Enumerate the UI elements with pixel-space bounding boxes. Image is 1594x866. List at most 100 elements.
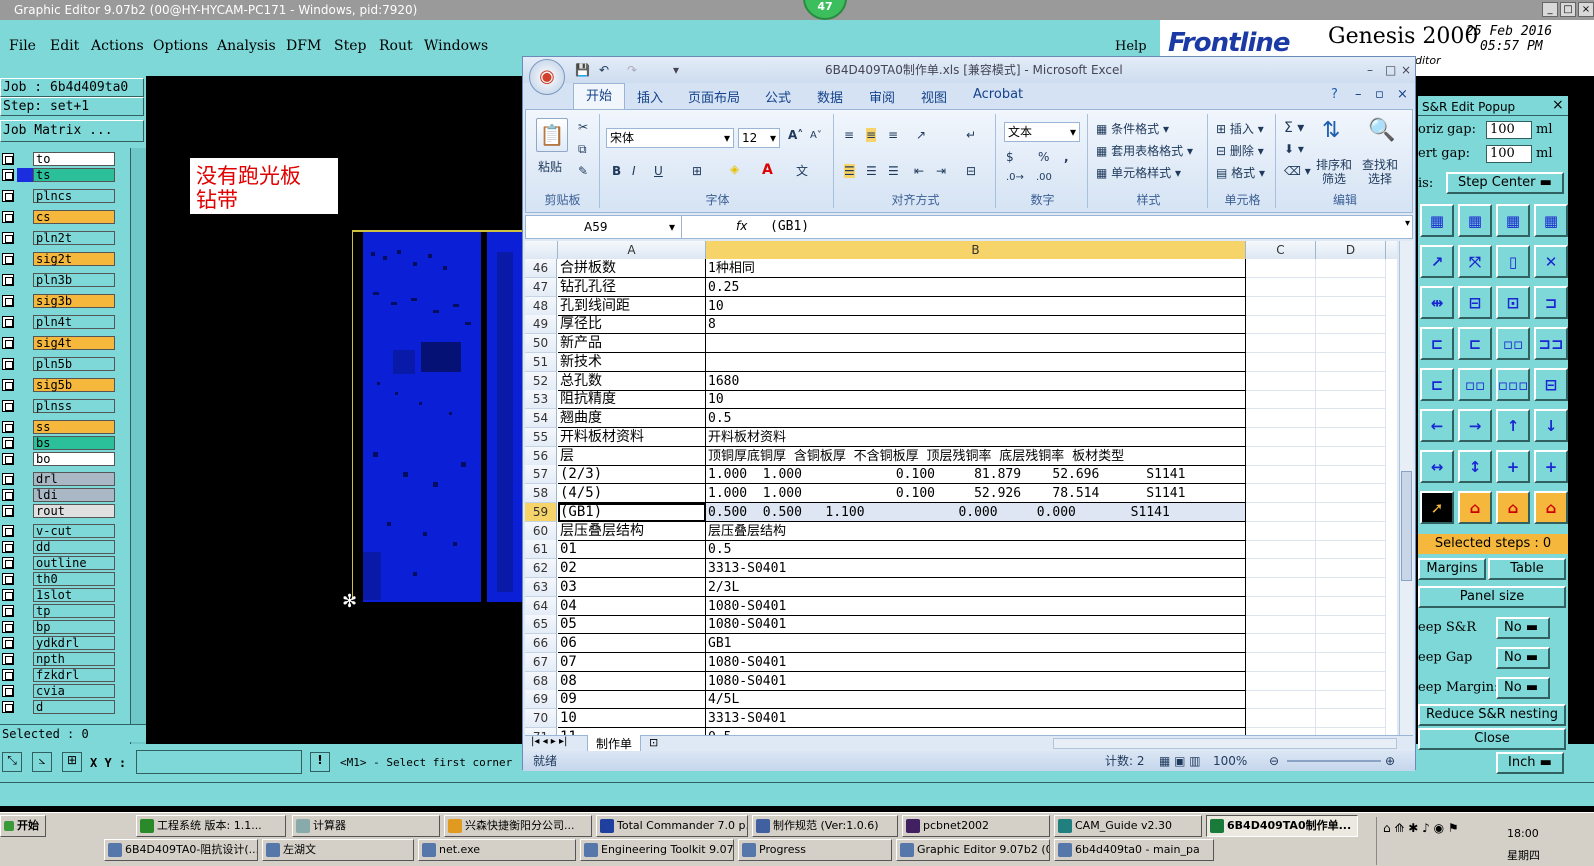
layer-checkbox[interactable]	[2, 573, 14, 585]
align-left-icon[interactable]: ☰	[844, 164, 855, 178]
layer-row-cs[interactable]: cs	[2, 210, 118, 224]
row-number[interactable]: 46	[525, 259, 557, 278]
cell-a[interactable]: 合拼板数	[558, 259, 706, 278]
layer-name[interactable]: bs	[33, 436, 115, 450]
layer-checkbox[interactable]	[2, 169, 14, 181]
layer-row-to[interactable]: to	[2, 152, 118, 166]
layer-checkbox[interactable]	[2, 669, 14, 681]
sr-space-4-icon[interactable]: ⊟	[1534, 368, 1568, 401]
layer-color-swatch[interactable]	[17, 378, 33, 392]
layer-checkbox[interactable]	[2, 379, 14, 391]
layer-name[interactable]: rout	[33, 504, 115, 518]
cell-d[interactable]	[1316, 484, 1386, 503]
layer-color-swatch[interactable]	[17, 684, 33, 698]
row-number[interactable]: 47	[525, 277, 557, 297]
cell-b[interactable]: 1.000 1.000 0.100 81.879 52.696 S1141	[706, 465, 1246, 485]
cell-styles-button[interactable]: ▦ 单元格样式 ▾	[1096, 164, 1181, 181]
layer-name[interactable]: dd	[33, 540, 115, 554]
cell-d[interactable]	[1316, 409, 1386, 428]
cell-a[interactable]: 新技术	[558, 352, 706, 372]
layer-checkbox[interactable]	[2, 421, 14, 433]
layer-row-ydkdrl[interactable]: ydkdrl	[2, 636, 118, 650]
sr-close-icon[interactable]: ×	[1552, 97, 1564, 113]
sr-spread-v-icon[interactable]: ↕	[1458, 450, 1492, 483]
layer-row-v-cut[interactable]: v-cut	[2, 524, 118, 538]
fill-color-icon[interactable]: ◈	[730, 162, 739, 176]
job-matrix-button[interactable]: Job Matrix ...	[0, 120, 144, 142]
cell-d[interactable]	[1316, 277, 1386, 297]
taskbar-item[interactable]: CAM_Guide v2.30	[1054, 815, 1202, 837]
cell-c[interactable]	[1246, 315, 1316, 335]
cell-a[interactable]: (4/5)	[558, 484, 706, 503]
layer-row-ss[interactable]: ss	[2, 420, 118, 434]
menu-step[interactable]: Step	[334, 38, 366, 54]
decrease-decimal-icon[interactable]: .00	[1036, 172, 1052, 183]
row-number[interactable]: 48	[525, 296, 557, 316]
layer-name[interactable]: fzkdrl	[33, 668, 115, 682]
layer-checkbox[interactable]	[2, 701, 14, 713]
expand-formula-icon[interactable]: ▾	[1405, 218, 1410, 229]
font-color-icon[interactable]: A	[762, 162, 773, 178]
row-number[interactable]: 61	[525, 540, 557, 560]
align-middle-icon[interactable]: ≡	[866, 128, 877, 142]
col-header-d[interactable]: D	[1316, 241, 1386, 259]
new-sheet-icon[interactable]: ⊡	[649, 736, 658, 749]
ribbon-close-icon[interactable]: ×	[1397, 87, 1408, 102]
layer-color-swatch[interactable]	[17, 357, 33, 371]
bold-icon[interactable]: B	[612, 164, 621, 178]
layer-checkbox[interactable]	[2, 589, 14, 601]
excel-maximize-button[interactable]: □	[1385, 57, 1396, 83]
sr-delete-icon[interactable]: ✕	[1534, 245, 1568, 278]
cell-c[interactable]	[1246, 521, 1316, 541]
row-number[interactable]: 71	[525, 727, 557, 735]
layer-color-swatch[interactable]	[17, 572, 33, 586]
spreadsheet-grid[interactable]: A B C D 46 合拼板数 1种相同 47 钻孔孔径 0.25 48 孔到线间距 10 49 厚…	[525, 241, 1397, 735]
layer-name[interactable]: th0	[33, 572, 115, 586]
cell-c[interactable]	[1246, 465, 1316, 485]
cell-d[interactable]	[1316, 502, 1386, 522]
cell-a[interactable]: 开料板材资料	[558, 427, 706, 447]
row-number[interactable]: 68	[525, 671, 557, 691]
cell-a[interactable]: 孔到线间距	[558, 296, 706, 316]
shrink-font-icon[interactable]: A˅	[810, 130, 822, 141]
tray-icons[interactable]: ⌂ ⟰ ✱ ♪ ◉ ⚑	[1383, 821, 1459, 835]
row-number[interactable]: 69	[525, 690, 557, 710]
cell-d[interactable]	[1316, 709, 1386, 728]
qat-undo-icon[interactable]: ↶	[599, 57, 609, 83]
cell-b[interactable]: 1种相同	[706, 259, 1246, 278]
cell-d[interactable]	[1316, 634, 1386, 653]
layer-name[interactable]: npth	[33, 652, 115, 666]
cell-c[interactable]	[1246, 577, 1316, 597]
cell-d[interactable]	[1316, 596, 1386, 616]
menu-actions[interactable]: Actions	[91, 38, 144, 54]
layer-row-rout[interactable]: rout	[2, 504, 118, 518]
percent-icon[interactable]: %	[1038, 150, 1049, 164]
row-number[interactable]: 62	[525, 559, 557, 578]
zoom-icon[interactable]: ⤡	[2, 752, 22, 772]
menu-edit[interactable]: Edit	[50, 38, 79, 54]
row-number[interactable]: 63	[525, 577, 557, 597]
layer-name[interactable]: sig5b	[33, 378, 115, 392]
layer-color-swatch[interactable]	[17, 620, 33, 634]
layer-name[interactable]: cvia	[33, 684, 115, 698]
cell-b[interactable]: 0.500 0.500 1.100 0.000 0.000 S1141	[706, 502, 1246, 522]
format-table-button[interactable]: ▦ 套用表格格式 ▾	[1096, 142, 1193, 159]
margins-button[interactable]: Margins	[1418, 558, 1486, 580]
tab-acrobat[interactable]: Acrobat	[973, 87, 1023, 102]
cell-c[interactable]	[1246, 727, 1316, 735]
comma-icon[interactable]: ,	[1064, 150, 1069, 164]
cell-b[interactable]: 2/3L	[706, 577, 1246, 597]
vert-gap-input[interactable]: 100	[1486, 145, 1532, 163]
row-number[interactable]: 59	[525, 502, 557, 522]
cell-d[interactable]	[1316, 540, 1386, 560]
cell-c[interactable]	[1246, 652, 1316, 672]
horiz-gap-input[interactable]: 100	[1486, 121, 1532, 139]
layer-checkbox[interactable]	[2, 621, 14, 633]
layer-color-swatch[interactable]	[17, 152, 33, 166]
name-box[interactable]: A59 ▾	[526, 216, 682, 238]
cell-a[interactable]: 05	[558, 615, 706, 635]
sr-edit-2-icon[interactable]: ⌂	[1496, 491, 1530, 524]
layer-row-bs[interactable]: bs	[2, 436, 118, 450]
layer-name[interactable]: cs	[33, 210, 115, 224]
cell-b[interactable]: 0.5	[706, 540, 1246, 560]
